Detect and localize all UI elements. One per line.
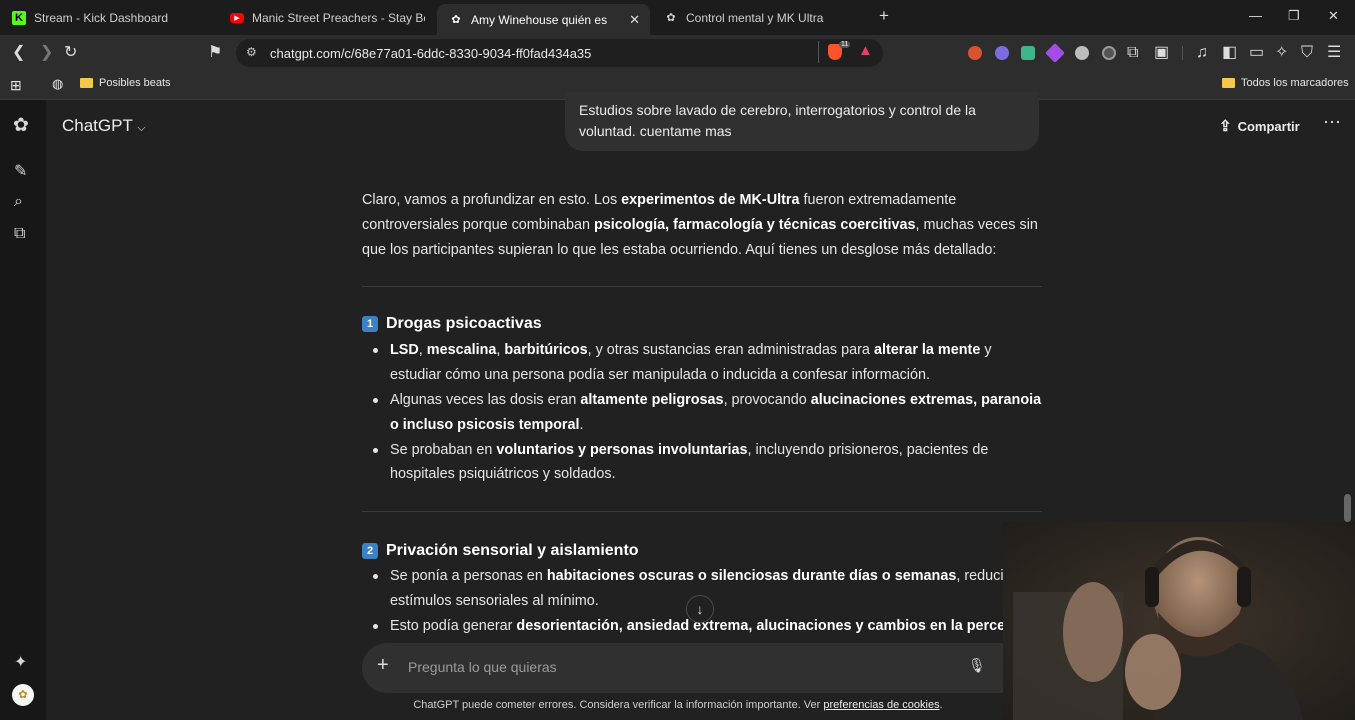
tab-title: Stream - Kick Dashboard xyxy=(34,10,169,25)
folder-icon xyxy=(80,78,93,88)
extension-cloud-icon[interactable] xyxy=(995,46,1009,60)
youtube-icon: ▶ xyxy=(230,12,244,23)
close-tab-icon[interactable]: ✕ xyxy=(629,12,640,28)
openai-logo-icon[interactable]: ✿ xyxy=(13,114,29,137)
prompt-input[interactable]: Pregunta lo que quieras xyxy=(408,659,557,675)
new-chat-icon[interactable]: ✎ xyxy=(14,161,27,181)
close-window-icon[interactable]: ✕ xyxy=(1328,8,1339,24)
bold-text: psicología, farmacología y técnicas coer… xyxy=(594,216,916,233)
divider xyxy=(818,41,819,63)
list-item: Algunas veces las dosis eran altamente p… xyxy=(362,388,1042,438)
new-tab-icon[interactable]: + xyxy=(879,6,889,26)
cookie-preferences-link[interactable]: preferencias de cookies xyxy=(823,699,939,711)
heading-text: Privación sensorial y aislamiento xyxy=(386,541,639,559)
app-title: ChatGPT xyxy=(62,116,133,135)
assistant-message: Claro, vamos a profundizar en esto. Los … xyxy=(362,188,1042,639)
kick-icon: K xyxy=(12,10,26,25)
tab-youtube[interactable]: ▶ Manic Street Preachers - Stay Beautifu xyxy=(230,4,425,31)
intro-paragraph: Claro, vamos a profundizar en esto. Los … xyxy=(362,188,1042,262)
keycap-number-icon: 2 xyxy=(362,543,378,560)
restore-icon[interactable]: ❐ xyxy=(1288,8,1300,24)
user-message: Estudios sobre lavado de cerebro, interr… xyxy=(579,102,976,139)
sidebar: ✿ ✎ ⌕ ⧉ ✦ ✿ xyxy=(0,100,46,720)
divider xyxy=(362,511,1042,513)
tab-title: Amy Winehouse quién es xyxy=(471,12,608,27)
text: Claro, vamos a profundizar en esto. Los xyxy=(362,192,622,208)
section-heading: 1 Drogas psicoactivas xyxy=(362,311,1042,337)
more-options-icon[interactable]: ⋯ xyxy=(1323,112,1342,133)
scrollbar-thumb[interactable] xyxy=(1344,494,1351,522)
list-item: LSD, mescalina, barbitúricos, y otras su… xyxy=(362,338,1042,388)
extension-fox-icon[interactable] xyxy=(968,46,982,60)
tab-title: Manic Street Preachers - Stay Beautifu xyxy=(252,10,425,25)
address-bar[interactable]: ⚙ chatgpt.com/c/68e77a01-6ddc-8330-9034-… xyxy=(236,39,883,67)
add-attachment-icon[interactable]: + xyxy=(377,654,389,677)
apps-grid-icon[interactable]: ⊞ xyxy=(10,77,22,94)
browser-tab-strip: K Stream - Kick Dashboard ▶ Manic Street… xyxy=(0,0,1355,35)
brave-rewards-icon[interactable]: ▲ xyxy=(858,42,873,59)
bookmark-icon[interactable]: ⚑ xyxy=(208,43,222,63)
browser-toolbar: ❮ ❯ ↻ ⚑ ⚙ chatgpt.com/c/68e77a01-6ddc-83… xyxy=(0,35,1355,71)
vpn-shield-icon[interactable]: ⛉ xyxy=(1301,43,1313,63)
wallet-icon[interactable]: ▭ xyxy=(1249,43,1264,63)
webcam-image xyxy=(1003,522,1355,720)
scroll-down-button[interactable]: ↓ xyxy=(686,595,714,623)
section-heading: 2 Privación sensorial y aislamiento xyxy=(362,538,1042,564)
menu-icon[interactable]: ☰ xyxy=(1327,43,1341,63)
bookmark-folder-posibles-beats[interactable]: Posibles beats xyxy=(80,77,171,89)
folder-icon xyxy=(1222,78,1235,88)
bold-text: experimentos de MK-Ultra xyxy=(621,192,800,208)
bookmark-label: Todos los marcadores xyxy=(1241,77,1349,89)
tab-kick[interactable]: K Stream - Kick Dashboard xyxy=(12,4,212,31)
chatgpt-icon: ✿ xyxy=(451,14,461,26)
share-icon: ⇪ xyxy=(1219,118,1232,135)
model-selector[interactable]: ChatGPT ⌵ xyxy=(62,116,146,136)
url-text[interactable]: chatgpt.com/c/68e77a01-6ddc-8330-9034-ff… xyxy=(270,46,591,61)
bullet-list: LSD, mescalina, barbitúricos, y otras su… xyxy=(362,338,1042,487)
composer: + Pregunta lo que quieras 🎙 xyxy=(362,643,1042,693)
media-icon[interactable]: ♫ xyxy=(1196,43,1208,63)
sparkle-icon[interactable]: ✦ xyxy=(14,652,27,672)
share-button[interactable]: ⇪ Compartir xyxy=(1219,117,1300,135)
site-settings-icon[interactable]: ⚙ xyxy=(246,45,257,59)
shields-badge: 11 xyxy=(839,41,851,48)
extension-white-icon[interactable] xyxy=(1075,46,1089,60)
divider xyxy=(362,286,1042,288)
back-icon[interactable]: ❮ xyxy=(12,43,25,63)
tab-title: Control mental y MK Ultra xyxy=(686,10,824,25)
microphone-icon[interactable]: 🎙 xyxy=(968,657,986,674)
search-icon[interactable]: ⌕ xyxy=(14,193,23,211)
extension-gray-icon[interactable] xyxy=(1102,46,1116,60)
list-item: Se probaban en voluntarios y personas in… xyxy=(362,438,1042,488)
tab-control-mental[interactable]: ✿ Control mental y MK Ultra xyxy=(664,4,859,31)
extensions-puzzle-icon[interactable]: ⧉ xyxy=(1127,43,1138,63)
chevron-down-icon: ⌵ xyxy=(137,122,146,134)
leo-ai-icon[interactable]: ✧ xyxy=(1275,43,1288,63)
minimize-icon[interactable]: — xyxy=(1249,8,1262,23)
share-label: Compartir xyxy=(1237,119,1300,134)
sidebar-toggle-icon[interactable]: ◧ xyxy=(1222,43,1237,63)
chatgpt-icon: ✿ xyxy=(666,12,676,24)
heading-text: Drogas psicoactivas xyxy=(386,314,542,332)
text: . xyxy=(939,699,943,711)
library-icon[interactable]: ⧉ xyxy=(14,225,25,243)
keycap-number-icon: 1 xyxy=(362,316,378,333)
extension-purple-icon[interactable] xyxy=(1045,43,1065,63)
user-message-bubble: Estudios sobre lavado de cerebro, interr… xyxy=(565,92,1039,151)
bookmark-folder-all[interactable]: Todos los marcadores xyxy=(1222,77,1349,89)
extension-green-icon[interactable] xyxy=(1021,46,1035,60)
tab-amy-winehouse[interactable]: ✿ Amy Winehouse quién es ✕ xyxy=(437,4,650,35)
forward-icon[interactable]: ❯ xyxy=(40,43,53,63)
reload-icon[interactable]: ↻ xyxy=(64,43,77,63)
globe-icon[interactable]: ◍ xyxy=(52,76,63,92)
disclaimer-text: ChatGPT puede cometer errores. Considera… xyxy=(413,699,824,711)
divider xyxy=(1182,46,1183,60)
webcam-overlay xyxy=(1003,522,1355,720)
screenshot-icon[interactable]: ▣ xyxy=(1154,43,1169,63)
bookmark-label: Posibles beats xyxy=(99,77,171,89)
